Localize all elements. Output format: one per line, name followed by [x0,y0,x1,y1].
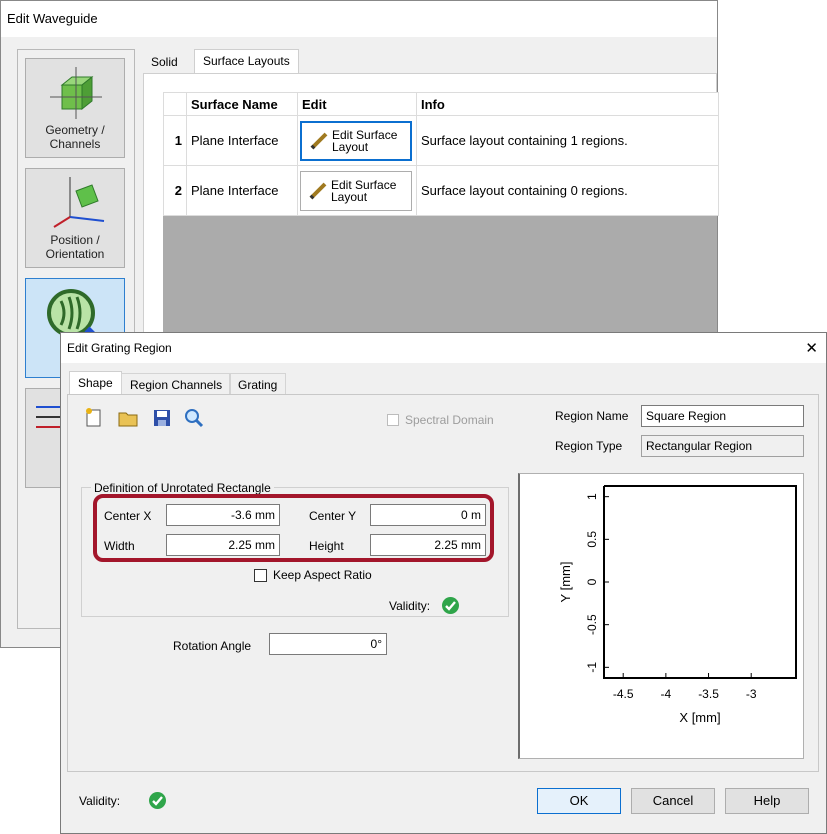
definition-group-title: Definition of Unrotated Rectangle [91,481,274,495]
tab-surface-layouts[interactable]: Surface Layouts [194,49,299,74]
column-header-edit[interactable]: Edit [297,92,417,116]
row-index: 1 [163,115,187,166]
highlight-frame [93,494,494,562]
valid-check-icon [442,597,459,614]
surface-layouts-table: Surface Name Edit Info 1 Plane Interface… [163,92,719,216]
y-axis-label: Y [mm] [558,562,573,603]
close-icon[interactable]: ✕ [805,339,818,357]
sidebar-item-label: Position / Orientation [45,233,105,261]
y-tick-label: 0.5 [585,531,599,548]
y-tick-label: 0 [585,578,599,585]
axes-cube-icon [53,177,105,228]
surface-name-cell[interactable]: Plane Interface [186,115,298,166]
region-type-label: Region Type [555,439,623,453]
column-header-index [163,92,187,116]
bottom-validity-label: Validity: [79,794,121,808]
y-tick-label: -0.5 [585,614,599,635]
region-chart: -4.5 -4 -3.5 -3 1 0.5 0 -0.5 -1 X [mm] Y [mm] [558,485,797,725]
save-disk-icon[interactable] [151,407,173,429]
sidebar-item-position-orientation[interactable]: Position / Orientation [25,168,125,268]
help-button[interactable]: Help [725,788,809,814]
sidebar-item-label: Geometry / Channels [45,123,105,151]
region-type-field: Rectangular Region [641,435,804,457]
x-axis-label: X [mm] [679,710,720,725]
table-row[interactable]: 1 Plane Interface Edit Surface Layout Su… [163,115,719,166]
keep-aspect-ratio-checkbox[interactable] [254,569,267,582]
x-tick-label: -3 [746,687,757,701]
rotation-angle-label: Rotation Angle [173,639,252,653]
x-tick-label: -3.5 [698,687,719,701]
window-title: Edit Waveguide [7,11,98,26]
edit-button-label: Edit Surface Layout [332,127,398,154]
info-cell: Surface layout containing 0 regions. [416,165,719,216]
spectral-domain-checkbox[interactable] [387,414,399,426]
ok-button[interactable]: OK [537,788,621,814]
region-preview-plot: -4.5 -4 -3.5 -3 1 0.5 0 -0.5 -1 X [mm] Y [mm] [518,473,804,759]
tab-region-channels[interactable]: Region Channels [121,373,232,395]
rotation-angle-input[interactable]: 0° [269,633,387,655]
dialog-title: Edit Grating Region [67,341,172,355]
pencil-icon [310,132,328,149]
valid-check-icon [149,792,167,809]
edit-surface-layout-button[interactable]: Edit Surface Layout [300,120,412,161]
x-tick-label: -4 [661,687,672,701]
y-tick-label: -1 [585,662,599,673]
tab-grating[interactable]: Grating [229,373,287,395]
region-name-input[interactable]: Square Region [641,405,804,427]
pencil-icon [309,182,327,199]
table-header-row: Surface Name Edit Info [163,92,719,116]
x-tick-label: -4.5 [613,687,634,701]
table-grey-area [163,211,717,339]
new-file-icon[interactable] [83,407,105,429]
window-titlebar[interactable]: Edit Waveguide [1,1,717,37]
region-outline [603,485,797,679]
table-row[interactable]: 2 Plane Interface Edit Surface Layout Su… [163,165,719,216]
edit-surface-layout-button[interactable]: Edit Surface Layout [300,170,412,211]
zoom-magnifier-icon[interactable] [183,407,205,429]
edit-grating-region-dialog: Edit Grating Region ✕ Shape Region Chann… [60,332,827,834]
tab-solid[interactable]: Solid [143,51,186,73]
column-header-info[interactable]: Info [416,92,719,116]
cube-channels-icon [50,67,102,119]
row-index: 2 [163,165,187,216]
validity-label: Validity: [389,599,431,613]
keep-aspect-ratio-label: Keep Aspect Ratio [273,568,372,582]
dialog-titlebar[interactable]: Edit Grating Region ✕ [61,333,826,363]
cancel-button[interactable]: Cancel [631,788,715,814]
info-cell: Surface layout containing 1 regions. [416,115,719,166]
spectral-domain-label: Spectral Domain [405,413,494,427]
sidebar-item-geometry-channels[interactable]: Geometry / Channels [25,58,125,158]
region-name-label: Region Name [555,409,629,423]
column-header-surface-name[interactable]: Surface Name [186,92,298,116]
y-tick-label: 1 [585,493,599,500]
open-folder-icon[interactable] [117,407,139,429]
tab-shape[interactable]: Shape [69,371,122,395]
edit-button-label: Edit Surface Layout [331,177,397,204]
surface-name-cell[interactable]: Plane Interface [186,165,298,216]
